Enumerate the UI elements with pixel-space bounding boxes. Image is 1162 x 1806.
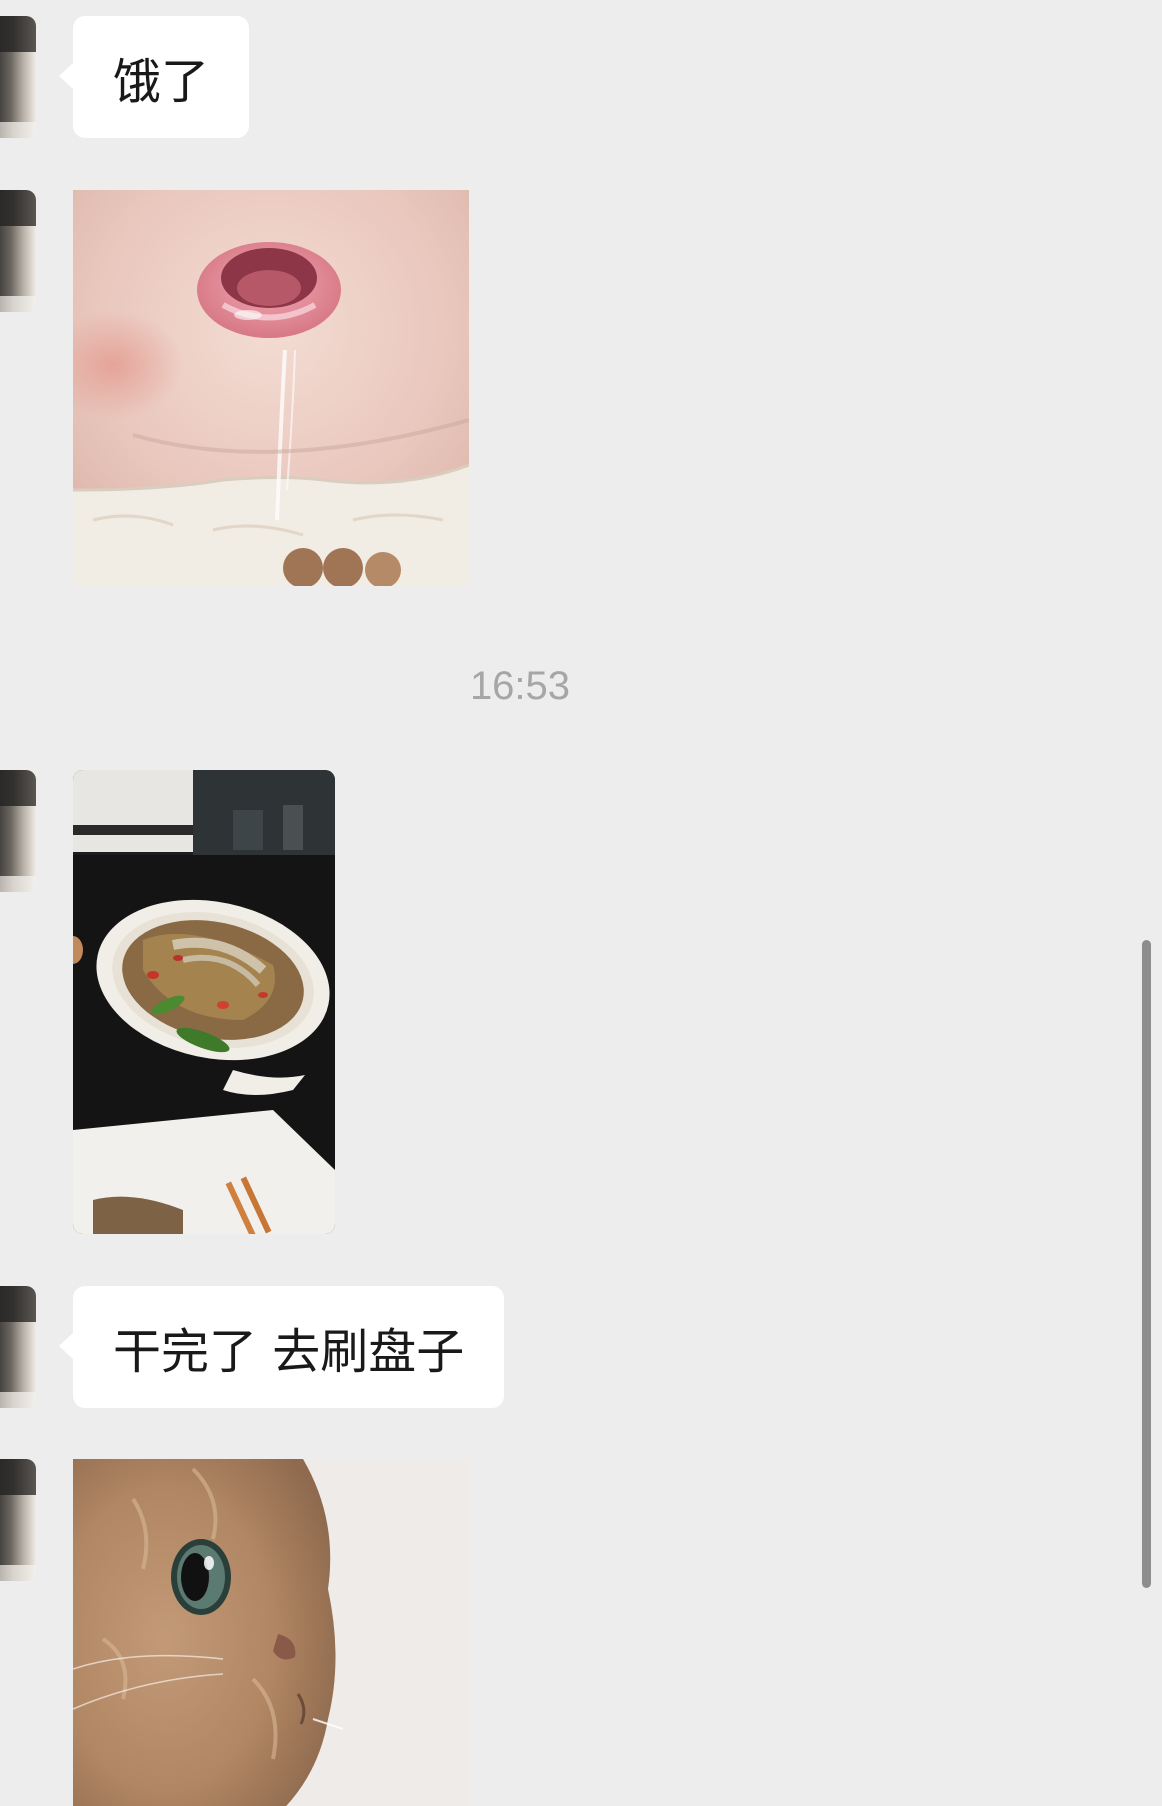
contact-avatar[interactable] [0,190,36,312]
baby-drooling-sticker[interactable] [73,190,469,586]
contact-avatar[interactable] [0,16,36,138]
contact-avatar[interactable] [0,1459,36,1581]
message-timestamp: 16:53 [469,664,571,708]
contact-avatar[interactable] [0,770,36,892]
message-bubble[interactable]: 饿了 [58,16,250,138]
message-bubble[interactable]: 干完了 去刷盘子 [58,1286,505,1408]
plate-of-stir-fried-fish-photo[interactable] [73,770,335,1234]
chat-message-list[interactable]: 饿了 16:53 干完了 去刷盘子 [0,0,1162,1806]
contact-avatar[interactable] [0,1286,36,1408]
scrollbar[interactable] [1142,940,1151,1588]
cat-closeup-sticker[interactable] [73,1459,469,1806]
